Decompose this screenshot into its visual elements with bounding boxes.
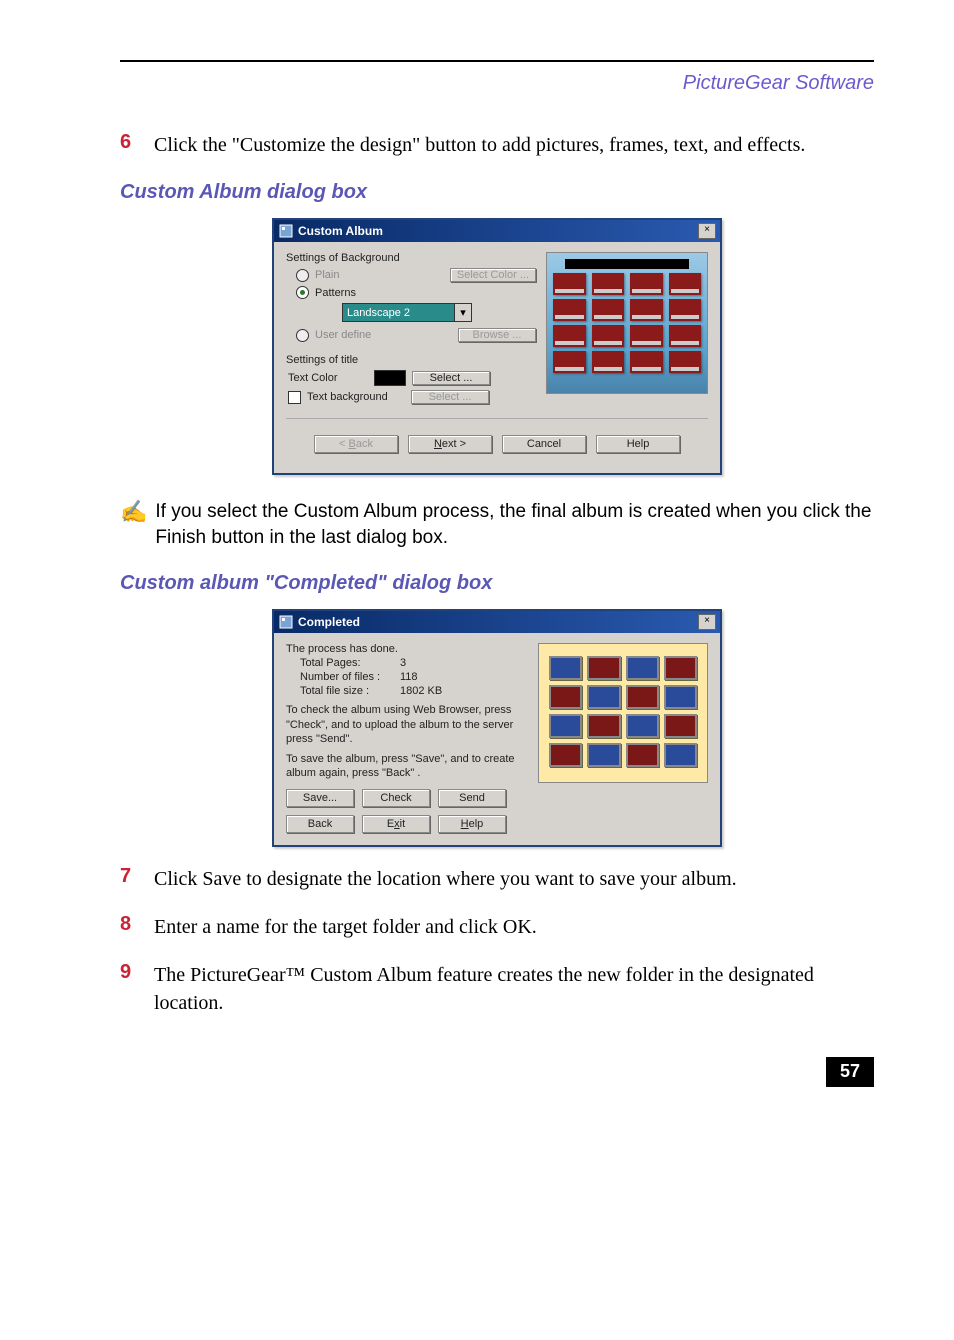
dialog-titlebar: Custom Album × [274, 220, 720, 242]
step-8: 8 Enter a name for the target folder and… [120, 913, 874, 941]
completed-preview-pane [538, 643, 708, 783]
step-7-number: 7 [120, 865, 154, 893]
section-title-completed: Custom album "Completed" dialog box [120, 572, 874, 595]
completed-help-button[interactable]: Help [438, 815, 506, 833]
step-6: 6 Click the "Customize the design" butto… [120, 131, 874, 159]
radio-plain-label: Plain [315, 269, 375, 281]
step-7-text: Click Save to designate the location whe… [154, 865, 737, 893]
step-9: 9 The PictureGear™ Custom Album feature … [120, 961, 874, 1017]
close-icon[interactable]: × [698, 223, 716, 239]
text-color-select-button[interactable]: Select ... [412, 371, 490, 385]
completed-back-button[interactable]: Back [286, 815, 354, 833]
app-icon [278, 614, 294, 630]
tip-check-send: To check the album using Web Browser, pr… [286, 703, 528, 746]
app-icon [278, 223, 294, 239]
text-background-checkbox[interactable] [288, 391, 301, 404]
radio-user-define-label: User define [315, 329, 385, 341]
section-title-custom-album: Custom Album dialog box [120, 181, 874, 204]
step-8-text: Enter a name for the target folder and c… [154, 913, 537, 941]
total-pages-value: 3 [400, 657, 406, 669]
total-size-label: Total file size : [300, 685, 400, 697]
page-number: 57 [826, 1057, 874, 1087]
total-pages-label: Total Pages: [300, 657, 400, 669]
dialog-title: Custom Album [298, 224, 698, 238]
help-button[interactable]: Help [596, 435, 680, 453]
save-button[interactable]: Save... [286, 789, 354, 807]
num-files-label: Number of files : [300, 671, 400, 683]
check-button[interactable]: Check [362, 789, 430, 807]
pattern-select-value: Landscape 2 [347, 307, 410, 319]
cancel-button[interactable]: Cancel [502, 435, 586, 453]
num-files-value: 118 [400, 671, 418, 683]
total-size-value: 1802 KB [400, 685, 442, 697]
text-color-label: Text Color [288, 372, 368, 384]
exit-button[interactable]: Exit [362, 815, 430, 833]
radio-user-define[interactable] [296, 329, 309, 342]
note-icon: ✍ [120, 499, 147, 525]
step-6-number: 6 [120, 131, 154, 159]
step-7: 7 Click Save to designate the location w… [120, 865, 874, 893]
send-button[interactable]: Send [438, 789, 506, 807]
radio-patterns[interactable] [296, 286, 309, 299]
text-background-select-button[interactable]: Select ... [411, 390, 489, 404]
group-background-label: Settings of Background [286, 252, 536, 264]
dialog2-titlebar: Completed × [274, 611, 720, 633]
step-8-number: 8 [120, 913, 154, 941]
text-color-swatch [374, 370, 406, 386]
radio-plain[interactable] [296, 269, 309, 282]
page-category: PictureGear Software [120, 72, 874, 95]
back-button[interactable]: < Back [314, 435, 398, 453]
tip-save-back: To save the album, press "Save", and to … [286, 752, 528, 781]
radio-patterns-label: Patterns [315, 287, 356, 299]
group-title-label: Settings of title [286, 354, 536, 366]
step-9-text: The PictureGear™ Custom Album feature cr… [154, 961, 874, 1017]
browse-button[interactable]: Browse ... [458, 328, 536, 342]
pattern-select[interactable]: Landscape 2 ▾ [342, 303, 472, 322]
completed-dialog: Completed × The process has done. Total … [272, 609, 722, 846]
custom-album-dialog: Custom Album × Settings of Background Pl… [272, 218, 722, 475]
chevron-down-icon: ▾ [454, 304, 471, 321]
text-background-label: Text background [307, 391, 411, 403]
note-text: If you select the Custom Album process, … [155, 499, 874, 550]
select-color-button[interactable]: Select Color ... [450, 268, 536, 282]
dialog2-title: Completed [298, 615, 698, 629]
preview-pane [546, 252, 708, 394]
next-button[interactable]: Next > [408, 435, 492, 453]
close-icon[interactable]: × [698, 614, 716, 630]
step-6-text: Click the "Customize the design" button … [154, 131, 805, 159]
step-9-number: 9 [120, 961, 154, 1017]
process-done-label: The process has done. [286, 643, 528, 655]
